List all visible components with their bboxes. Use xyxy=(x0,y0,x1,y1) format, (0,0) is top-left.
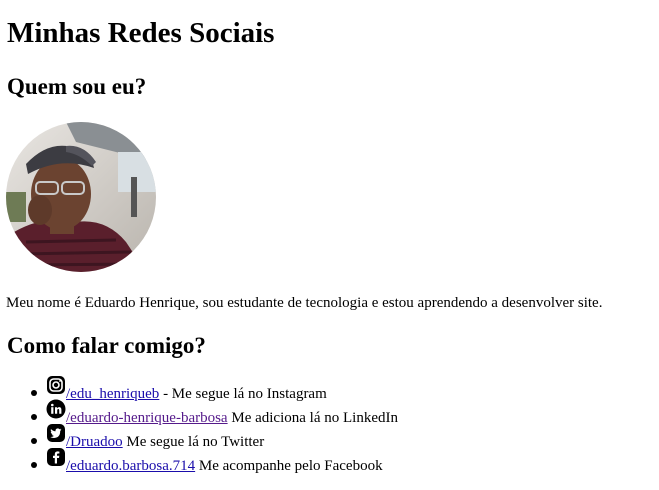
twitter-description: Me segue lá no Twitter xyxy=(122,434,265,450)
facebook-icon xyxy=(46,447,66,467)
instagram-link[interactable]: /edu_henriqueb xyxy=(66,386,159,402)
about-heading: Quem sou eu? xyxy=(7,74,147,99)
linkedin-link[interactable]: /eduardo-henrique-barbosa xyxy=(66,410,228,426)
bullet xyxy=(31,390,37,396)
bio-text: Meu nome é Eduardo Henrique, sou estudan… xyxy=(6,295,603,311)
profile-photo xyxy=(6,122,156,272)
list-item: /eduardo.barbosa.714 Me acompanhe pelo F… xyxy=(0,448,398,476)
linkedin-icon xyxy=(46,399,66,419)
page-title: Minhas Redes Sociais xyxy=(7,17,275,49)
bullet xyxy=(31,414,37,420)
bullet xyxy=(31,438,37,444)
twitter-link[interactable]: /Druadoo xyxy=(66,434,123,450)
twitter-icon xyxy=(46,423,66,443)
bullet xyxy=(31,462,37,468)
instagram-description: - Me segue lá no Instagram xyxy=(159,386,327,402)
linkedin-description: Me adiciona lá no LinkedIn xyxy=(227,410,398,426)
contact-list: /edu_henriqueb - Me segue lá no Instagra… xyxy=(0,376,398,476)
contact-heading: Como falar comigo? xyxy=(7,333,206,358)
facebook-link[interactable]: /eduardo.barbosa.714 xyxy=(66,458,195,474)
facebook-description: Me acompanhe pelo Facebook xyxy=(195,458,383,474)
instagram-icon xyxy=(46,375,66,395)
